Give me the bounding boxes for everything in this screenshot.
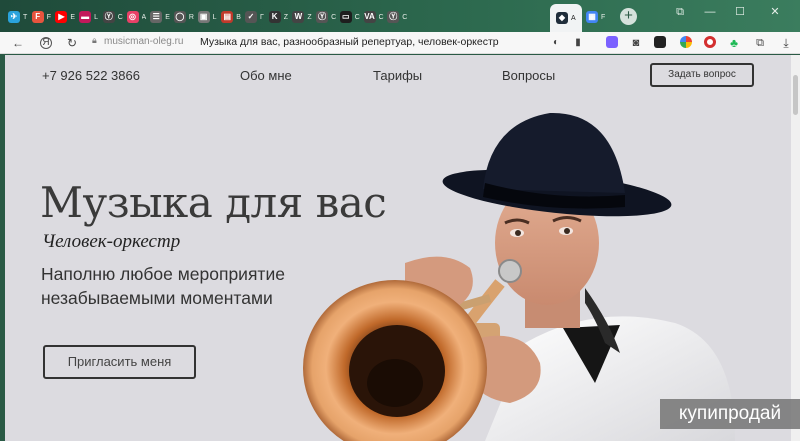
- translate-icon[interactable]: ◐: [548, 35, 564, 51]
- tab-label: T: [23, 13, 28, 21]
- close-icon[interactable]: ✕: [765, 4, 785, 20]
- browser-tab-strip: + ⧉ — ☐ ✕ ✈ T F F ▶ E ▬ L Ⓨ C ◎ А ☰ E ◯ R ▣ L ▤ B ✓ Г K Z W Z Ⓨ C ▭ C…: [0, 0, 800, 32]
- tab-label: C: [117, 13, 123, 21]
- phone-number[interactable]: +7 926 522 3866: [42, 68, 140, 83]
- browser-tab-15[interactable]: VA C: [363, 7, 388, 27]
- browser-tab-9[interactable]: ▤ B: [221, 7, 245, 27]
- tab-label: E: [70, 13, 76, 21]
- tab-label: Г: [260, 13, 264, 21]
- browser-tab-16[interactable]: Ⓨ C: [387, 7, 411, 27]
- adblock-icon[interactable]: [704, 36, 716, 48]
- tab-favicon-icon: ✓: [245, 11, 257, 23]
- hero-text-line1: Наполню любое мероприятие: [41, 264, 285, 284]
- webpage: +7 926 522 3866 Обо мне Тарифы Вопросы З…: [5, 55, 791, 441]
- scrollbar-thumb[interactable]: [793, 75, 798, 115]
- nav-faq[interactable]: Вопросы: [502, 68, 555, 83]
- tab-favicon-icon: ▦: [586, 11, 598, 23]
- tab-label: R: [188, 13, 194, 21]
- nav-prices[interactable]: Тарифы: [373, 68, 422, 83]
- browser-tab-2[interactable]: ▶ E: [55, 7, 79, 27]
- browser-tab-6[interactable]: ☰ E: [150, 7, 174, 27]
- reload-icon[interactable]: ↻: [64, 35, 80, 51]
- tab-label: L: [94, 13, 98, 21]
- extension-dark-icon[interactable]: [654, 36, 666, 48]
- tab-favicon-icon: K: [268, 11, 281, 23]
- download-icon[interactable]: ⤓: [778, 35, 794, 51]
- tab-label: E: [165, 13, 170, 21]
- browser-tab-10[interactable]: ✓ Г: [245, 7, 269, 27]
- tab-favicon-icon: W: [292, 11, 305, 23]
- hero-title: Музыка для вас: [40, 178, 387, 227]
- back-icon[interactable]: ←: [10, 35, 26, 51]
- tab-favicon-icon: Ⓨ: [387, 11, 400, 23]
- tree-extension-icon[interactable]: ♣: [726, 35, 742, 51]
- tab-label: C: [402, 13, 408, 21]
- tab-label: C: [378, 13, 384, 21]
- tab-favicon-icon: ▬: [79, 11, 92, 23]
- tab-label: Z: [283, 13, 288, 21]
- browser-tab-active[interactable]: ◆ A: [550, 4, 582, 32]
- browser-tab-1[interactable]: FF: [31, 7, 56, 27]
- tab-favicon-icon: ▣: [197, 11, 210, 23]
- lock-icon[interactable]: 🔒︎: [92, 35, 97, 46]
- hero-text-line2: незабываемыми моментами: [41, 288, 273, 308]
- tab-label: C: [331, 13, 337, 21]
- browser-tab-5[interactable]: ◎ А: [126, 7, 151, 27]
- tab-label: F: [601, 13, 606, 21]
- tab-favicon-icon: Ⓨ: [316, 11, 329, 23]
- browser-tab-11[interactable]: KZ: [268, 7, 293, 27]
- tab-favicon-icon: ✈: [8, 11, 20, 23]
- bookmark-icon[interactable]: ▮: [570, 35, 586, 51]
- browser-tab-12[interactable]: WZ: [292, 7, 316, 27]
- url-domain[interactable]: musicman-oleg.ru: [104, 36, 183, 47]
- invite-button[interactable]: Пригласить меня: [43, 345, 196, 379]
- yandex-icon[interactable]: Я: [40, 37, 52, 49]
- camera-icon[interactable]: ◙: [628, 35, 644, 51]
- tab-favicon-icon: ▶: [55, 11, 68, 23]
- browser-tab-13[interactable]: Ⓨ C: [316, 7, 340, 27]
- tab-favicon-icon: Ⓨ: [102, 11, 115, 23]
- tab-label: Z: [307, 13, 312, 21]
- hero-text: Наполню любое мероприятие незабываемыми …: [41, 262, 371, 310]
- tab-favicon-icon: ◎: [126, 11, 139, 23]
- tab-label: L: [212, 13, 217, 21]
- nav-about[interactable]: Обо мне: [240, 68, 292, 83]
- tab-label: А: [141, 13, 147, 21]
- minimize-icon[interactable]: —: [700, 4, 720, 20]
- tab-favicon-icon: VA: [363, 11, 376, 23]
- tab-search-icon[interactable]: ⧉: [670, 4, 690, 20]
- tab-label: A: [571, 14, 576, 22]
- tab-favicon-icon: F: [31, 11, 44, 23]
- watermark-logo: купипродай: [660, 399, 800, 429]
- ask-question-button[interactable]: Задать вопрос: [650, 63, 754, 87]
- page-title[interactable]: Музыка для вас, разнообразный репертуар,…: [200, 36, 499, 48]
- maximize-icon[interactable]: ☐: [730, 4, 750, 20]
- browser-tab-8[interactable]: ▣ L: [197, 7, 222, 27]
- extensions-icon[interactable]: ⧉: [752, 35, 768, 51]
- browser-tab-14[interactable]: ▭ C: [339, 7, 364, 27]
- tab-favicon-icon: ▤: [221, 11, 234, 23]
- new-tab-button[interactable]: +: [620, 8, 637, 25]
- color-extension-icon[interactable]: [680, 36, 692, 48]
- tab-label: F: [46, 13, 51, 21]
- tab-favicon-icon: ◯: [173, 11, 186, 23]
- tab-favicon-icon: ▭: [339, 11, 352, 23]
- tab-favicon-icon: ☰: [150, 11, 163, 23]
- browser-tab-last[interactable]: ▦ F: [586, 7, 610, 27]
- browser-tab-3[interactable]: ▬ L: [79, 7, 103, 27]
- browser-tab-7[interactable]: ◯ R: [173, 7, 198, 27]
- tab-label: C: [354, 13, 360, 21]
- extension-icon[interactable]: [606, 36, 618, 48]
- page-scrollbar[interactable]: [791, 55, 800, 441]
- hero-subtitle: Человек-оркестр: [42, 231, 181, 252]
- tab-favicon-icon: ◆: [556, 12, 568, 24]
- tab-label: B: [236, 13, 241, 21]
- browser-tab-4[interactable]: Ⓨ C: [102, 7, 127, 27]
- browser-tab-0[interactable]: ✈ T: [8, 7, 32, 27]
